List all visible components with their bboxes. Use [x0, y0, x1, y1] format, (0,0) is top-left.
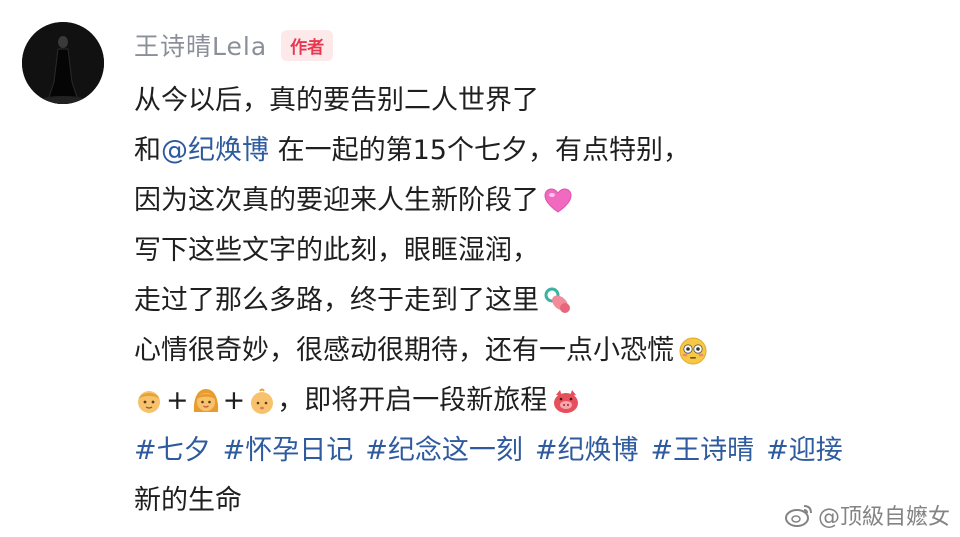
woman-face-icon [191, 386, 221, 416]
weibo-logo-icon [784, 505, 812, 527]
post-text: 在一起的第15个七夕，有点特别， [269, 135, 690, 166]
post-text: 心情很奇妙，很感动很期待，还有一点小恐慌 [134, 335, 674, 366]
pink-heart-icon [543, 186, 573, 216]
man-face-icon [134, 386, 164, 416]
plus-sign: + [166, 385, 189, 416]
post-text: 从今以后，真的要告别二人世界了 [134, 85, 539, 116]
post-line-4: 写下这些文字的此刻，眼眶湿润， [134, 226, 934, 276]
post-text: ，即将开启一段新旅程 [277, 385, 548, 416]
watermark: @顶級自嬷女 [784, 499, 950, 531]
hashtag-link[interactable]: #怀孕日记 [223, 426, 354, 476]
post-line-hashtags: #七夕 #怀孕日记 #纪念这一刻 #纪焕博 #王诗晴 #迎接 [134, 426, 934, 476]
hashtag-link[interactable]: #王诗晴 [651, 426, 755, 476]
post-line-5: 走过了那么多路，终于走到了这里 [134, 276, 934, 326]
hashtag-link[interactable]: #迎接 [766, 426, 843, 476]
hashtag-link[interactable]: #纪念这一刻 [365, 426, 523, 476]
post-line-2: 和 @纪焕博 在一起的第15个七夕，有点特别， [134, 126, 934, 176]
post-text: 新的生命 [134, 485, 242, 516]
pacifier-icon [543, 286, 573, 316]
hashtag-link[interactable]: #七夕 [134, 426, 211, 476]
post-text: 和 [134, 135, 161, 166]
post-line-6: 心情很奇妙，很感动很期待，还有一点小恐慌 [134, 326, 934, 376]
post-text: 写下这些文字的此刻，眼眶湿润， [134, 235, 539, 266]
username[interactable]: 王诗晴Lela [134, 27, 267, 63]
author-badge: 作者 [281, 29, 334, 61]
baby-face-icon [247, 386, 277, 416]
post-line-1: 从今以后，真的要告别二人世界了 [134, 76, 934, 126]
flushed-face-icon [678, 336, 708, 366]
watermark-text: @顶級自嬷女 [817, 505, 950, 530]
post-header: 王诗晴Lela 作者 [134, 26, 334, 64]
hashtag-link[interactable]: #纪焕博 [535, 426, 639, 476]
post-line-7: + + ，即将开启一段新旅程 [134, 376, 934, 426]
plus-sign: + [222, 385, 246, 416]
pig-face-icon [551, 386, 581, 416]
post-line-3: 因为这次真的要迎来人生新阶段了 [134, 176, 934, 226]
post-content: 从今以后，真的要告别二人世界了 和 @纪焕博 在一起的第15个七夕，有点特别， 因… [134, 76, 934, 526]
post-text: 因为这次真的要迎来人生新阶段了 [134, 185, 539, 216]
avatar[interactable] [22, 22, 104, 104]
mention-link[interactable]: @纪焕博 [161, 126, 269, 176]
post-text: 走过了那么多路，终于走到了这里 [134, 285, 539, 316]
